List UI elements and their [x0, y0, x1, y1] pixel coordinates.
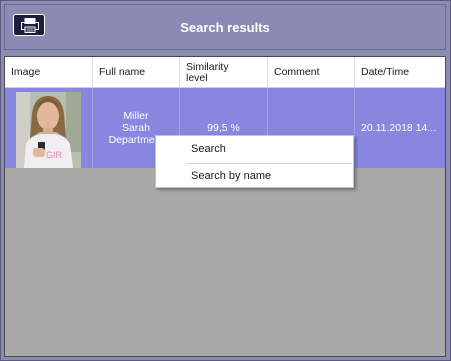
- column-header-image[interactable]: Image: [5, 57, 93, 88]
- column-header-similarity-label: Similarity level: [186, 60, 229, 84]
- last-name: Miller: [123, 110, 149, 122]
- person-photo: GIR: [16, 92, 81, 168]
- header-bar: Search results: [4, 4, 446, 50]
- context-menu: Search Search by name: [155, 135, 354, 188]
- cell-image: GIR: [5, 88, 93, 168]
- results-table: Image Full name Similarity level Comment…: [4, 56, 446, 357]
- page-title: Search results: [180, 20, 270, 35]
- column-header-similarity[interactable]: Similarity level: [180, 57, 268, 88]
- menu-item-search[interactable]: Search: [156, 137, 353, 161]
- search-results-window: Search results Image Full name Similarit…: [0, 0, 451, 361]
- cell-datetime: 20.11.2018 14...: [361, 122, 437, 134]
- menu-item-search-by-name[interactable]: Search by name: [156, 164, 353, 188]
- svg-text:GIR: GIR: [46, 150, 63, 160]
- first-name: Sarah: [121, 122, 150, 134]
- column-header-full-name[interactable]: Full name: [93, 57, 180, 88]
- column-header-comment[interactable]: Comment: [268, 57, 355, 88]
- column-header-datetime[interactable]: Date/Time: [355, 57, 445, 88]
- table-header: Image Full name Similarity level Comment…: [5, 57, 445, 88]
